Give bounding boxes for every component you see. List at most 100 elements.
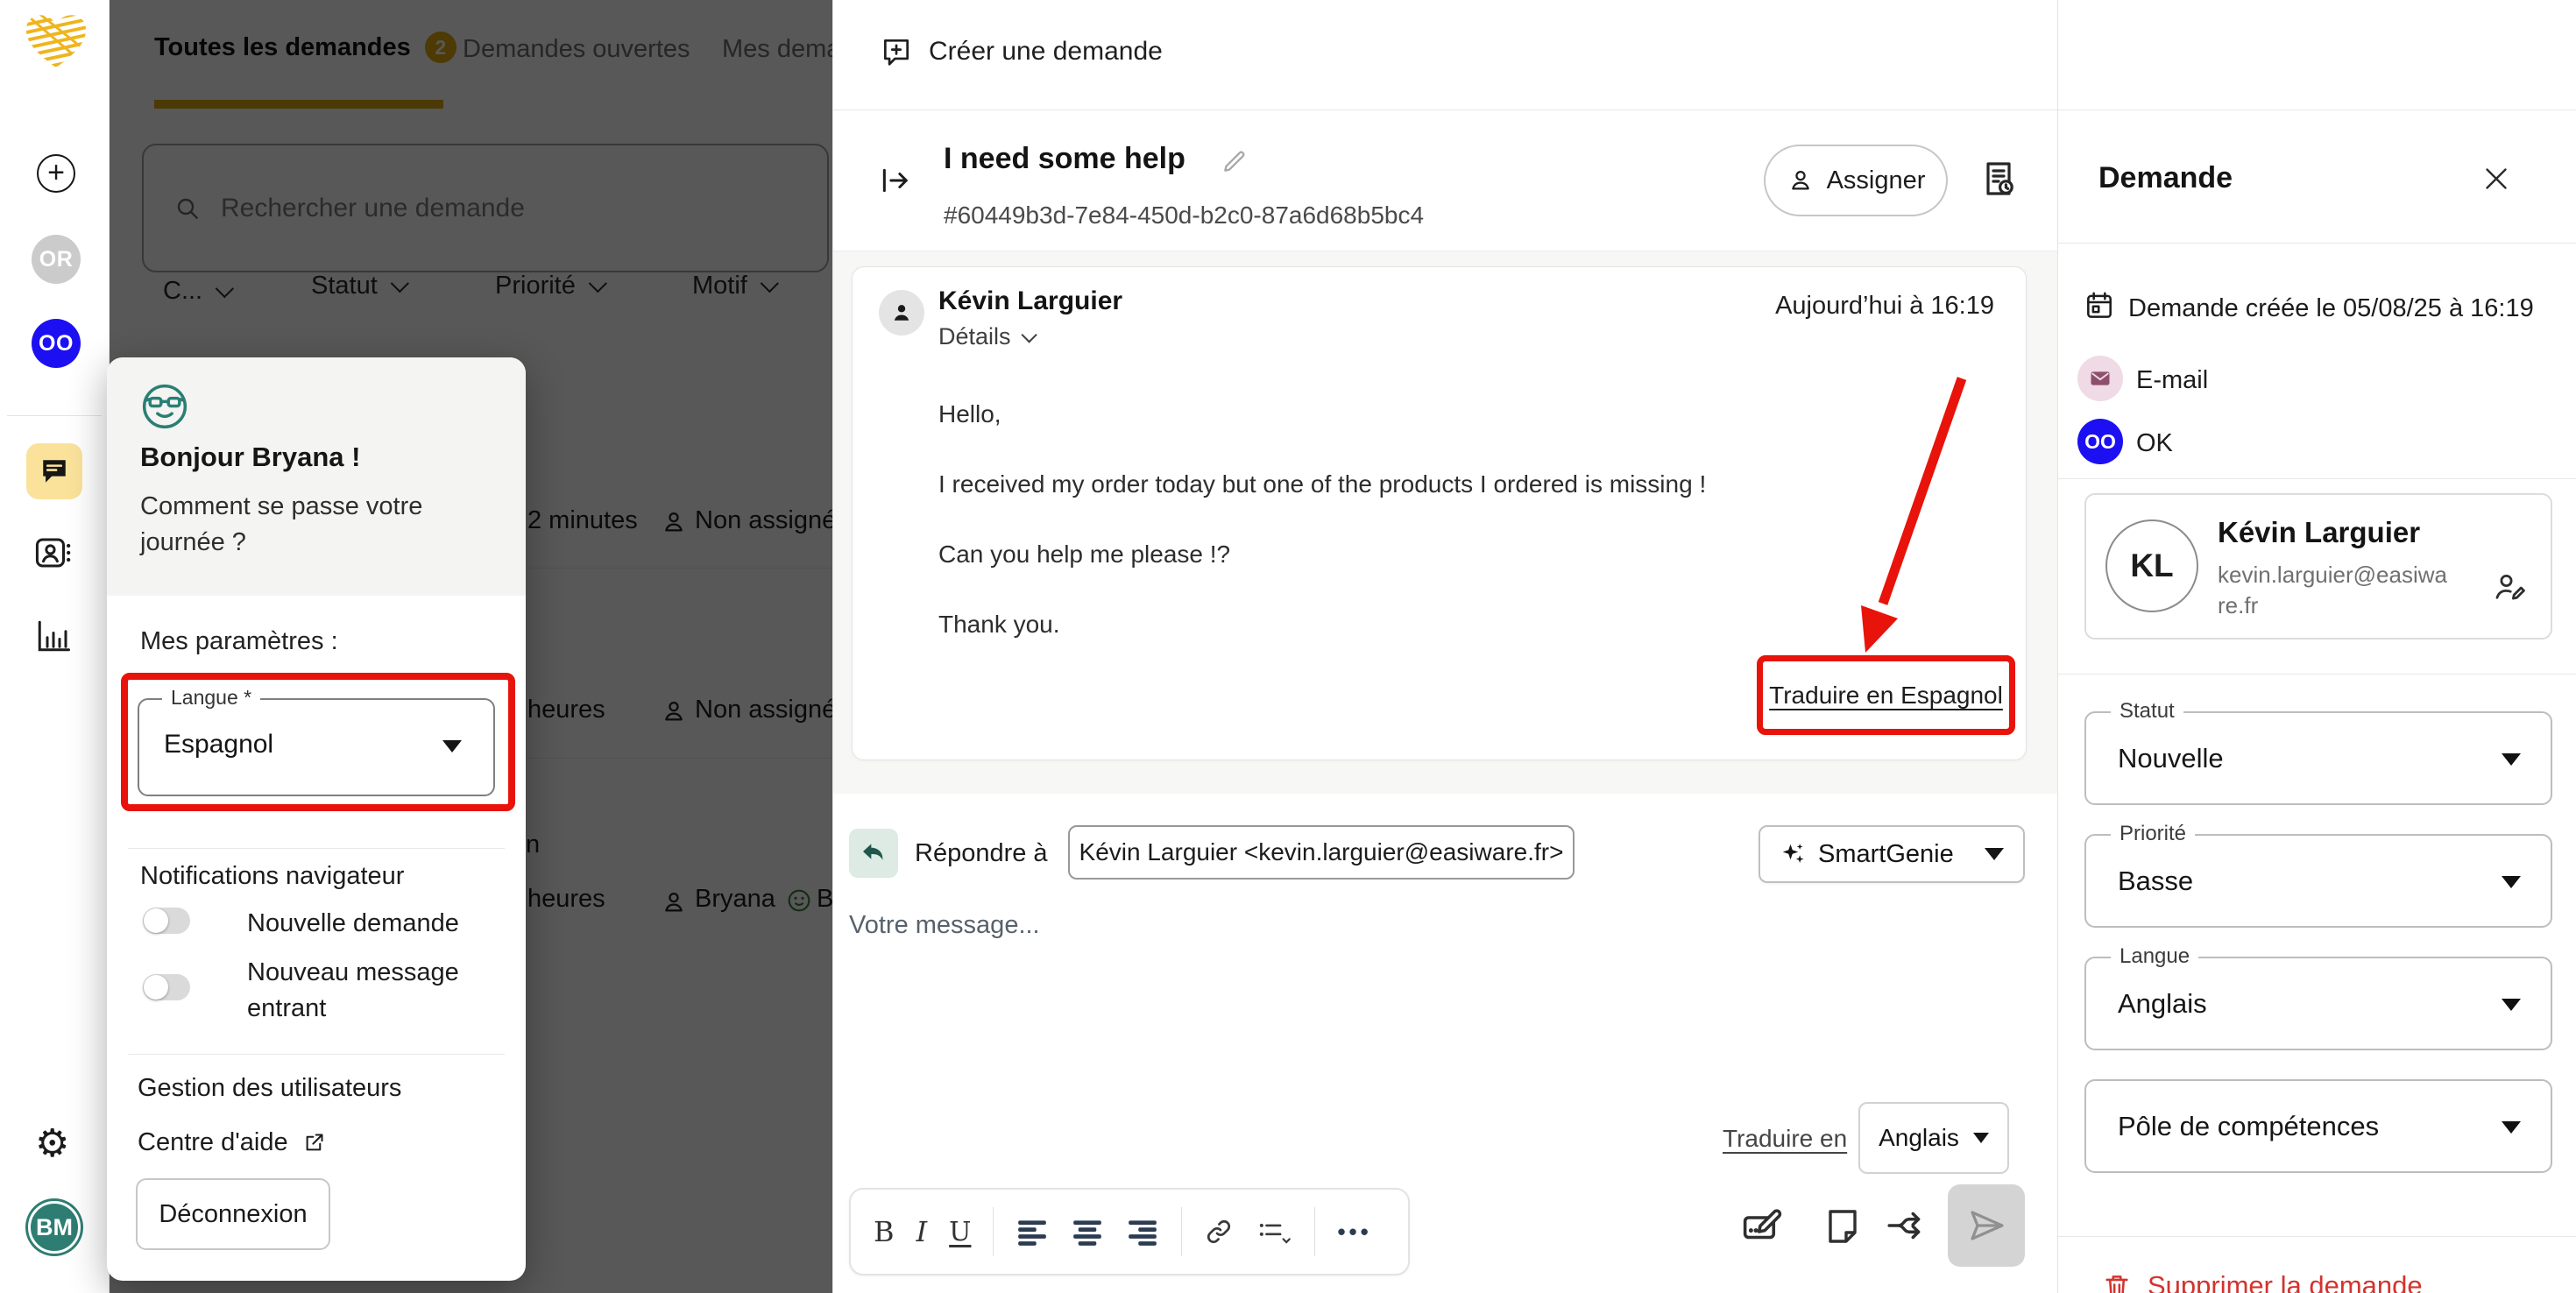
underline-button[interactable]: U: [949, 1217, 971, 1247]
competence-select-placeholder: Pôle de compétences: [2118, 1111, 2380, 1141]
contact-card[interactable]: KL Kévin Larguier kevin.larguier@easiwar…: [2084, 493, 2552, 639]
note-icon[interactable]: [1822, 1205, 1864, 1247]
send-button-disabled[interactable]: [1948, 1184, 2025, 1267]
profile-popover: Bonjour Bryana ! Comment se passe votre …: [107, 357, 526, 1281]
avatar-or[interactable]: OR: [32, 235, 81, 284]
app-screen: + OR OO ⚙ BM Toutes les demandes 2 Deman…: [0, 0, 2576, 1293]
reply-to-label: Répondre à: [915, 839, 1048, 867]
translate-language-select[interactable]: Anglais: [1858, 1102, 2009, 1174]
create-request-button[interactable]: Créer une demande: [880, 35, 1163, 68]
my-settings-label: Mes paramètres :: [140, 627, 338, 655]
align-center-button[interactable]: [1071, 1218, 1104, 1246]
close-icon[interactable]: [2480, 163, 2512, 194]
language-select-label: Langue *: [162, 686, 261, 710]
request-detail-panel: Créer une demande I need some help #6044…: [832, 0, 2058, 1293]
queue-label: OK: [2136, 429, 2173, 457]
caret-down-icon: [1985, 848, 2004, 860]
composer-area: Répondre à Kévin Larguier <kevin.larguie…: [833, 794, 2058, 1293]
request-history-icon[interactable]: [1978, 158, 2020, 200]
sidebar-item-requests-active[interactable]: [26, 443, 82, 499]
channel-badge: [2077, 356, 2123, 401]
toggle-new-message-label: Nouveau message entrant: [247, 958, 459, 1022]
rail-divider: [7, 415, 102, 416]
reply-mode-icon[interactable]: [849, 829, 898, 878]
caret-down-icon: [2502, 876, 2521, 888]
trash-icon: [2105, 1275, 2128, 1293]
caret-down-icon: [2502, 753, 2521, 766]
create-request-icon: [883, 39, 909, 66]
popover-divider: [128, 1054, 505, 1055]
smiley-glasses-icon: [142, 384, 188, 429]
status-select-label: Statut: [2111, 699, 2183, 724]
translate-language-value: Anglais: [1879, 1124, 1959, 1151]
add-button[interactable]: +: [37, 154, 75, 193]
message-line: Can you help me please !?: [938, 541, 1231, 568]
request-info-panel: Demande Demande créée le 05/08/25 à 16:1…: [2057, 0, 2576, 1293]
language-select-value: Espagnol: [164, 730, 274, 759]
edit-contact-icon[interactable]: [2491, 569, 2528, 605]
format-toolbar: B I U •••: [849, 1188, 1410, 1275]
logout-button[interactable]: Déconnexion: [136, 1178, 330, 1250]
message-details-label: Détails: [938, 323, 1011, 350]
message-line: Hello,: [938, 400, 1001, 427]
assign-button[interactable]: Assigner: [1764, 145, 1948, 216]
message-line: Thank you.: [938, 611, 1060, 638]
sidebar-item-contacts[interactable]: [33, 533, 74, 573]
message-avatar: [879, 290, 924, 336]
external-link-icon: [306, 1134, 323, 1151]
panel-divider: [2058, 243, 2576, 244]
chat-bubble-icon: [43, 460, 66, 483]
status-select[interactable]: Statut Nouvelle: [2084, 699, 2552, 805]
avatar-oo[interactable]: OO: [32, 319, 81, 368]
competence-select[interactable]: Pôle de compétences: [2084, 1079, 2552, 1173]
email-envelope-icon: [2091, 371, 2110, 385]
popover-divider: [128, 848, 505, 849]
panel-divider: [2058, 1236, 2576, 1237]
conversation-area: Kévin Larguier Détails Aujourd’hui à 16:…: [833, 251, 2058, 794]
transfer-share-icon[interactable]: [1885, 1204, 1928, 1247]
language-select-panel-value: Anglais: [2118, 988, 2207, 1019]
more-options-button[interactable]: •••: [1337, 1219, 1371, 1246]
create-request-label: Créer une demande: [929, 37, 1163, 66]
help-center-label: Centre d'aide: [138, 1128, 288, 1156]
toolbar-divider: [1314, 1207, 1316, 1256]
message-input-placeholder[interactable]: Votre message...: [849, 911, 1040, 940]
language-select-panel-label: Langue: [2111, 944, 2199, 969]
help-center-link[interactable]: Centre d'aide: [138, 1128, 326, 1157]
smartgenie-button[interactable]: SmartGenie: [1759, 825, 2025, 883]
panel-divider: [2058, 674, 2576, 675]
edit-title-pencil-icon[interactable]: [1221, 147, 1249, 175]
message-line: I received my order today but one of the…: [938, 470, 1707, 498]
ticket-header: I need some help #60449b3d-7e84-450d-b2c…: [833, 110, 2058, 251]
detail-header: Créer une demande: [833, 0, 2058, 110]
signature-compose-icon[interactable]: [1740, 1202, 1787, 1249]
priority-select[interactable]: Priorité Basse: [2084, 822, 2552, 928]
delete-request-button[interactable]: Supprimer la demande: [2102, 1270, 2423, 1293]
panel-title: Demande: [2098, 161, 2233, 194]
list-button[interactable]: [1256, 1217, 1292, 1247]
toolbar-divider: [993, 1207, 994, 1256]
sidebar-item-stats[interactable]: [35, 618, 72, 654]
recipient-chip[interactable]: Kévin Larguier <kevin.larguier@easiware.…: [1068, 825, 1575, 880]
user-avatar-label: BM: [36, 1213, 73, 1240]
bar-chart-icon: [38, 620, 70, 652]
translate-to-link[interactable]: Traduire en: [1723, 1125, 1847, 1153]
language-select-panel[interactable]: Langue Anglais: [2084, 944, 2552, 1050]
settings-gear-icon[interactable]: ⚙: [35, 1125, 69, 1163]
ticket-id: #60449b3d-7e84-450d-b2c0-87a6d68b5bc4: [944, 201, 1425, 229]
caret-down-icon: [442, 740, 462, 752]
caret-down-icon: [1972, 1133, 1989, 1143]
user-avatar-bm[interactable]: BM: [25, 1198, 83, 1256]
align-right-button[interactable]: [1126, 1218, 1159, 1246]
italic-button[interactable]: I: [916, 1215, 928, 1248]
toggle-new-request[interactable]: [143, 908, 190, 934]
collapse-panel-icon[interactable]: [877, 163, 912, 198]
language-select[interactable]: Langue * Espagnol: [138, 686, 495, 796]
link-button[interactable]: [1204, 1217, 1234, 1247]
user-management-link[interactable]: Gestion des utilisateurs: [138, 1074, 401, 1103]
toggle-new-message[interactable]: [143, 974, 190, 1000]
left-rail: + OR OO ⚙ BM: [0, 0, 110, 1293]
bold-button[interactable]: B: [874, 1215, 895, 1248]
message-details-toggle[interactable]: Détails: [938, 323, 1037, 350]
align-left-button[interactable]: [1016, 1218, 1049, 1246]
